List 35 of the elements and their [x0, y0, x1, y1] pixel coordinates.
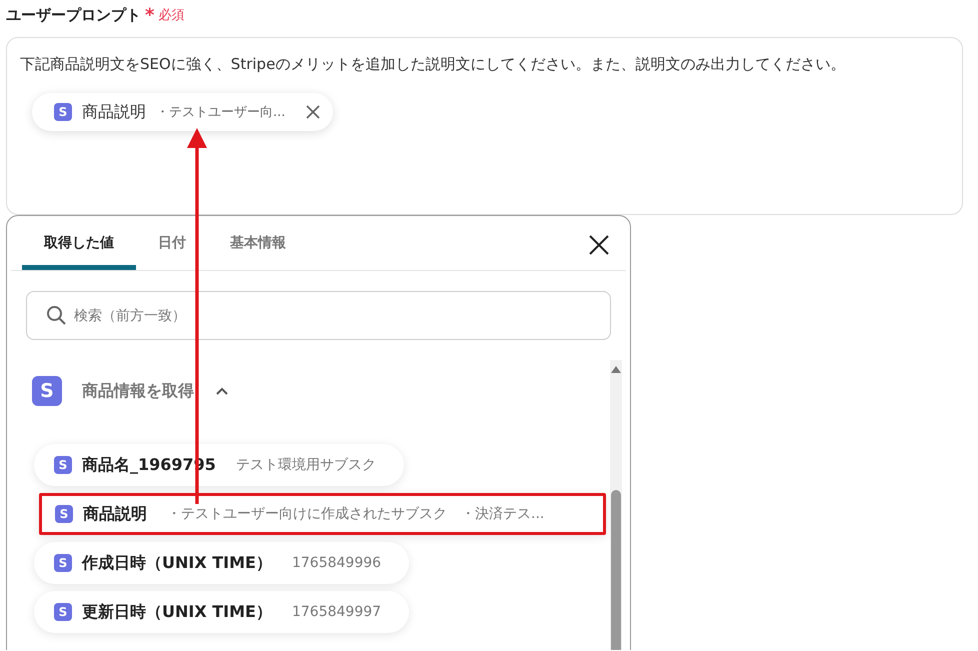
close-icon[interactable]	[588, 234, 610, 256]
tab[interactable]: 日付	[136, 216, 208, 270]
app-icon: S	[54, 603, 72, 621]
search-field[interactable]: 検索（前方一致）	[26, 291, 611, 340]
item-value: ・テストユーザー向けに作成されたサブスク ・決済テス...	[167, 505, 544, 523]
item-label: 作成日時（UNIX TIME）	[82, 552, 272, 574]
tab[interactable]: 基本情報	[208, 216, 308, 270]
app-icon: S	[32, 376, 62, 406]
app-icon: S	[54, 554, 72, 572]
prompt-text: 下記商品説明文をSEOに強く、Stripeのメリットを追加した説明文にしてください。また、説明文のみ出力してください。	[20, 54, 846, 75]
scroll-up-icon[interactable]	[611, 365, 621, 373]
field-label: ユーザープロンプト	[6, 6, 141, 24]
tab[interactable]: 取得した値	[22, 216, 136, 270]
app-icon: S	[54, 103, 72, 121]
scroll-thumb[interactable]	[611, 490, 621, 650]
item-value: テスト環境用サブスク	[236, 456, 376, 474]
item-value: 1765849997	[292, 604, 382, 620]
search-icon	[46, 305, 66, 325]
variable-chip[interactable]: S 商品説明 ・テストユーザー向...	[32, 93, 334, 131]
value-item[interactable]: S 作成日時（UNIX TIME） 1765849996	[34, 542, 410, 584]
required-label: 必須	[158, 7, 184, 24]
item-label: 商品説明	[83, 504, 147, 524]
app-icon: S	[54, 456, 72, 474]
group-title: 商品情報を取得	[82, 380, 194, 402]
value-item[interactable]: S 更新日時（UNIX TIME） 1765849997	[34, 591, 410, 633]
remove-icon[interactable]	[305, 104, 322, 120]
value-item[interactable]: S 商品説明 ・テストユーザー向けに作成されたサブスク ・決済テス...	[39, 493, 606, 535]
required-mark: *	[145, 4, 154, 26]
prompt-field[interactable]: 下記商品説明文をSEOに強く、Stripeのメリットを追加した説明文にしてください。また、説明文のみ出力してください。 S 商品説明 ・テストユーザー向...	[6, 37, 963, 215]
item-label: 更新日時（UNIX TIME）	[82, 602, 272, 622]
chip-label: 商品説明	[82, 102, 146, 122]
item-value: 1765849996	[292, 555, 382, 571]
app-icon: S	[55, 505, 73, 523]
chip-value: ・テストユーザー向...	[156, 104, 286, 121]
scrollbar[interactable]	[610, 360, 622, 650]
